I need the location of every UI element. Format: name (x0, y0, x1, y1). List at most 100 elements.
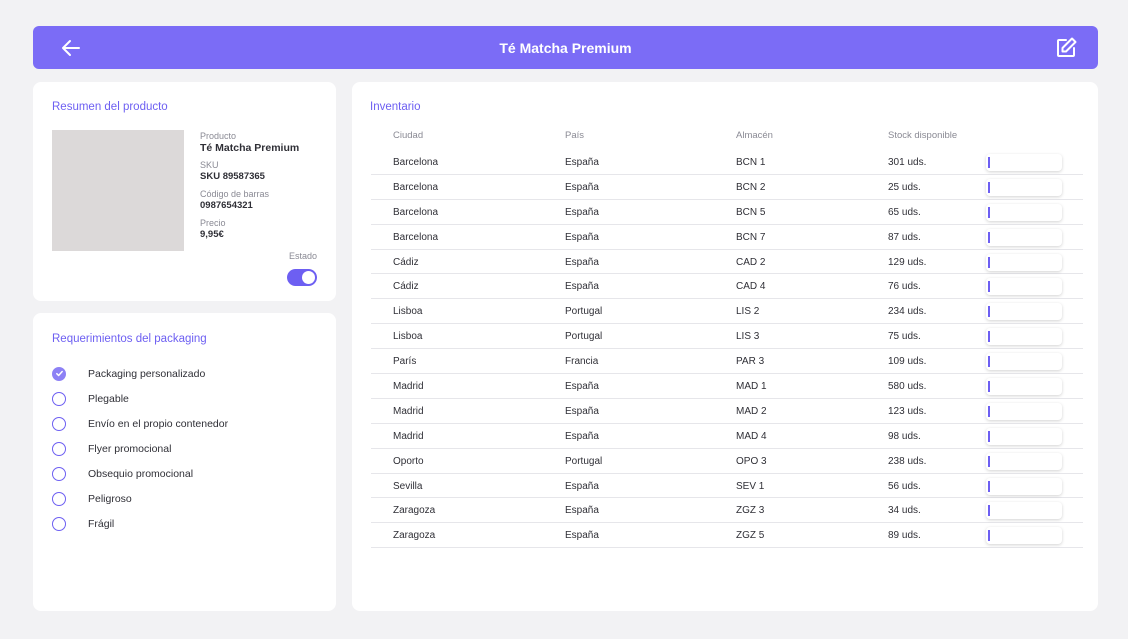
city-cell: París (393, 356, 417, 368)
city-cell: Barcelona (393, 206, 439, 218)
table-row[interactable]: Barcelona España BCN 7 87 uds. (371, 225, 1083, 250)
price-label: Precio (200, 218, 226, 228)
packaging-option[interactable]: Plegable (52, 386, 228, 411)
radio-icon[interactable] (52, 491, 66, 506)
radio-icon[interactable] (52, 416, 66, 431)
city-cell: Oporto (393, 455, 424, 467)
radio-icon[interactable] (52, 391, 66, 406)
country-cell: España (565, 530, 599, 542)
table-row[interactable]: Zaragoza España ZGZ 3 34 uds. (371, 498, 1083, 524)
table-row[interactable]: Zaragoza España ZGZ 5 89 uds. (371, 523, 1083, 549)
country-cell: España (565, 405, 599, 417)
text-cursor (988, 306, 990, 318)
table-row[interactable]: Cádiz España CAD 4 76 uds. (371, 274, 1083, 300)
table-row[interactable]: Oporto Portugal OPO 3 238 uds. (371, 449, 1083, 474)
text-cursor (988, 181, 990, 193)
city-cell: Barcelona (393, 181, 439, 193)
country-cell: España (565, 480, 599, 492)
checked-radio-icon[interactable] (52, 366, 66, 381)
warehouse-cell: BCN 2 (736, 181, 766, 193)
stock-input[interactable] (986, 328, 1062, 346)
stock-input[interactable] (986, 427, 1062, 445)
warehouse-cell: SEV 1 (736, 480, 765, 492)
stock-input[interactable] (986, 253, 1062, 271)
inventory-table: Barcelona España BCN 1 301 uds. Barcelona Esp… (371, 150, 1083, 549)
stock-input[interactable] (986, 203, 1062, 221)
packaging-option[interactable]: Flyer promocional (52, 436, 228, 461)
packaging-option[interactable]: Envío en el propio contenedor (52, 411, 228, 436)
stock-input[interactable] (986, 228, 1062, 246)
column-header-country: País (565, 130, 585, 141)
packaging-option[interactable]: Peligroso (52, 486, 228, 511)
packaging-option[interactable]: Packaging personalizado (52, 361, 228, 386)
stock-cell: 238 uds. (888, 455, 927, 467)
product-value: Té Matcha Premium (200, 142, 300, 154)
warehouse-cell: BCN 5 (736, 206, 766, 218)
barcode-label: Código de barras (200, 189, 270, 199)
product-summary-card: Resumen del producto Producto Té Matcha … (33, 82, 336, 301)
stock-input[interactable] (986, 178, 1062, 196)
column-header-warehouse: Almacén (736, 130, 773, 141)
text-cursor (988, 530, 990, 542)
inventory-card: Inventario Ciudad País Almacén Stock dis… (352, 82, 1098, 611)
table-row[interactable]: Lisboa Portugal LIS 2 234 uds. (371, 299, 1083, 325)
stock-cell: 129 uds. (888, 256, 927, 268)
check-icon (55, 370, 63, 377)
stock-input[interactable] (986, 527, 1062, 545)
city-cell: Zaragoza (393, 530, 436, 542)
column-header-city: Ciudad (393, 130, 424, 141)
packaging-option-label: Flyer promocional (88, 442, 172, 455)
warehouse-cell: ZGZ 5 (736, 530, 765, 542)
stock-input[interactable] (986, 502, 1062, 520)
stock-cell: 56 uds. (888, 480, 921, 492)
packaging-option[interactable]: Frágil (52, 511, 228, 536)
city-cell: Lisboa (393, 306, 423, 318)
text-cursor (988, 356, 990, 368)
radio-icon[interactable] (52, 516, 66, 531)
stock-input[interactable] (986, 452, 1062, 470)
stock-input[interactable] (986, 303, 1062, 321)
city-cell: Madrid (393, 430, 424, 442)
stock-input[interactable] (986, 278, 1062, 296)
stock-input[interactable] (986, 378, 1062, 396)
table-row[interactable]: Lisboa Portugal LIS 3 75 uds. (371, 324, 1083, 350)
table-row[interactable]: Barcelona España BCN 2 25 uds. (371, 175, 1083, 200)
packaging-option[interactable]: Obsequio promocional (52, 461, 228, 486)
table-row[interactable]: Madrid España MAD 4 98 uds. (371, 424, 1083, 449)
stock-input[interactable] (986, 477, 1062, 495)
city-cell: Madrid (393, 381, 424, 393)
stock-input[interactable] (986, 402, 1062, 420)
stock-input[interactable] (986, 353, 1062, 371)
stock-cell: 87 uds. (888, 231, 921, 243)
status-label: Estado (288, 251, 317, 261)
warehouse-cell: ZGZ 3 (736, 505, 765, 517)
table-row[interactable]: Sevilla España SEV 1 56 uds. (371, 474, 1083, 499)
summary-title: Resumen del producto (52, 101, 168, 113)
text-cursor (988, 381, 990, 393)
table-row[interactable]: Madrid España MAD 2 123 uds. (371, 399, 1083, 424)
table-row[interactable]: Barcelona España BCN 5 65 uds. (371, 200, 1083, 225)
toggle-knob (302, 271, 315, 284)
packaging-title: Requerimientos del packaging (52, 333, 207, 345)
edit-icon[interactable] (1054, 36, 1078, 60)
radio-icon[interactable] (52, 466, 66, 481)
table-row[interactable]: París Francia PAR 3 109 uds. (371, 349, 1083, 375)
table-row[interactable]: Barcelona España BCN 1 301 uds. (371, 150, 1083, 175)
text-cursor (988, 455, 990, 467)
stock-cell: 109 uds. (888, 356, 927, 368)
country-cell: España (565, 206, 599, 218)
stock-input[interactable] (986, 154, 1062, 171)
stock-cell: 76 uds. (888, 281, 921, 293)
table-row[interactable]: Madrid España MAD 1 580 uds. (371, 374, 1083, 399)
inventory-header: Ciudad País Almacén Stock disponible (393, 130, 1083, 144)
warehouse-cell: MAD 1 (736, 381, 767, 393)
arrow-left-icon[interactable] (59, 36, 83, 60)
country-cell: España (565, 256, 599, 268)
table-row[interactable]: Cádiz España CAD 2 129 uds. (371, 250, 1083, 275)
radio-icon[interactable] (52, 441, 66, 456)
packaging-card: Requerimientos del packaging Packaging p… (33, 313, 336, 611)
stock-cell: 301 uds. (888, 157, 927, 168)
city-cell: Barcelona (393, 157, 439, 168)
status-toggle[interactable] (287, 269, 317, 286)
city-cell: Cádiz (393, 281, 419, 293)
